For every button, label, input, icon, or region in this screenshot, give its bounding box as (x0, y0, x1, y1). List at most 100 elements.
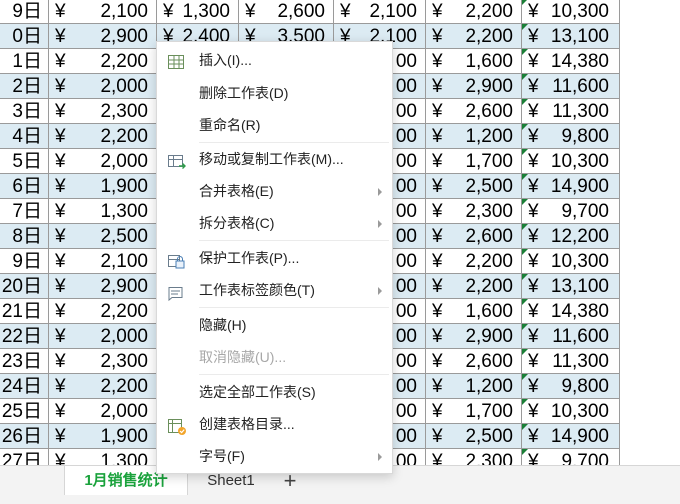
total-cell[interactable]: ¥9,700 (522, 449, 620, 465)
sales-cell[interactable]: ¥2,200 (426, 24, 522, 49)
total-cell[interactable]: ¥12,200 (522, 224, 620, 249)
sales-cell[interactable]: ¥2,200 (49, 124, 157, 149)
menu-label: 字号(F) (199, 448, 245, 464)
menu-item-split-tables[interactable]: 拆分表格(C) (157, 208, 392, 239)
menu-item-hide[interactable]: 隐藏(H) (157, 310, 392, 341)
sales-cell[interactable]: ¥2,300 (49, 99, 157, 124)
day-cell[interactable]: 1日 (0, 49, 49, 74)
sales-cell[interactable]: ¥2,200 (49, 374, 157, 399)
day-cell[interactable]: 24日 (0, 374, 49, 399)
day-cell[interactable]: 7日 (0, 199, 49, 224)
day-cell[interactable]: 25日 (0, 399, 49, 424)
total-cell[interactable]: ¥14,380 (522, 299, 620, 324)
sales-cell[interactable]: ¥2,100 (49, 249, 157, 274)
day-cell[interactable]: 9日 (0, 249, 49, 274)
sales-cell[interactable]: ¥2,900 (49, 24, 157, 49)
sales-cell[interactable]: ¥2,600 (239, 0, 334, 24)
amount-value: 14,900 (550, 176, 609, 197)
sales-cell[interactable]: ¥2,900 (426, 74, 522, 99)
total-cell[interactable]: ¥13,100 (522, 24, 620, 49)
menu-item-merge-tables[interactable]: 合并表格(E) (157, 176, 392, 207)
sales-cell[interactable]: ¥2,600 (426, 349, 522, 374)
total-cell[interactable]: ¥10,300 (522, 149, 620, 174)
day-cell[interactable]: 9日 (0, 0, 49, 24)
sales-cell[interactable]: ¥1,900 (49, 424, 157, 449)
menu-label: 创建表格目录... (199, 416, 295, 432)
sales-cell[interactable]: ¥2,600 (426, 224, 522, 249)
day-cell[interactable]: 6日 (0, 174, 49, 199)
sales-cell[interactable]: ¥1,600 (426, 299, 522, 324)
sales-cell[interactable]: ¥2,200 (426, 274, 522, 299)
total-cell[interactable]: ¥9,800 (522, 374, 620, 399)
day-cell[interactable]: 0日 (0, 24, 49, 49)
day-cell[interactable]: 23日 (0, 349, 49, 374)
menu-item-create-toc[interactable]: 创建表格目录... (157, 409, 392, 440)
total-cell[interactable]: ¥10,300 (522, 399, 620, 424)
menu-item-delete-sheet[interactable]: 删除工作表(D) (157, 78, 392, 109)
total-cell[interactable]: ¥11,600 (522, 324, 620, 349)
sales-cell[interactable]: ¥2,200 (426, 249, 522, 274)
sales-cell[interactable]: ¥2,300 (426, 449, 522, 465)
sales-cell[interactable]: ¥2,000 (49, 149, 157, 174)
sales-cell[interactable]: ¥2,500 (49, 224, 157, 249)
sales-cell[interactable]: ¥1,200 (426, 374, 522, 399)
sales-cell[interactable]: ¥2,000 (49, 324, 157, 349)
sales-cell[interactable]: ¥1,300 (157, 0, 239, 24)
menu-label: 合并表格(E) (199, 183, 274, 199)
menu-item-rename[interactable]: 重命名(R) (157, 110, 392, 141)
day-cell[interactable]: 3日 (0, 99, 49, 124)
total-cell[interactable]: ¥11,300 (522, 349, 620, 374)
total-cell[interactable]: ¥13,100 (522, 274, 620, 299)
sales-cell[interactable]: ¥2,600 (426, 99, 522, 124)
day-cell[interactable]: 5日 (0, 149, 49, 174)
sales-cell[interactable]: ¥1,300 (49, 199, 157, 224)
currency-symbol: ¥ (340, 1, 351, 22)
currency-symbol: ¥ (528, 301, 539, 322)
currency-symbol: ¥ (528, 426, 539, 447)
day-cell[interactable]: 21日 (0, 299, 49, 324)
sales-cell[interactable]: ¥1,900 (49, 174, 157, 199)
menu-item-move-copy[interactable]: 移动或复制工作表(M)... (157, 144, 392, 175)
sales-cell[interactable]: ¥2,300 (426, 199, 522, 224)
total-cell[interactable]: ¥11,300 (522, 99, 620, 124)
menu-item-insert[interactable]: 插入(I)... (157, 45, 392, 76)
day-cell[interactable]: 4日 (0, 124, 49, 149)
menu-item-tab-color[interactable]: 工作表标签颜色(T) (157, 275, 392, 306)
sales-cell[interactable]: ¥1,200 (426, 124, 522, 149)
amount-value: 00 (395, 226, 417, 247)
sales-cell[interactable]: ¥2,000 (49, 399, 157, 424)
sales-cell[interactable]: ¥2,500 (426, 174, 522, 199)
total-cell[interactable]: ¥10,300 (522, 249, 620, 274)
total-cell[interactable]: ¥9,800 (522, 124, 620, 149)
sales-cell[interactable]: ¥2,500 (426, 424, 522, 449)
day-cell[interactable]: 22日 (0, 324, 49, 349)
sales-cell[interactable]: ¥2,100 (334, 0, 426, 24)
total-cell[interactable]: ¥11,600 (522, 74, 620, 99)
sales-cell[interactable]: ¥2,900 (426, 324, 522, 349)
day-cell[interactable]: 2日 (0, 74, 49, 99)
sales-cell[interactable]: ¥1,700 (426, 399, 522, 424)
total-cell[interactable]: ¥10,300 (522, 0, 620, 24)
sales-cell[interactable]: ¥2,100 (49, 0, 157, 24)
day-cell[interactable]: 26日 (0, 424, 49, 449)
day-cell[interactable]: 8日 (0, 224, 49, 249)
sales-cell[interactable]: ¥2,300 (49, 349, 157, 374)
sales-cell[interactable]: ¥1,300 (49, 449, 157, 465)
sales-cell[interactable]: ¥2,200 (49, 299, 157, 324)
amount-value: 2,500 (100, 226, 148, 247)
menu-item-font-size[interactable]: 字号(F) (157, 441, 392, 472)
day-cell[interactable]: 27日 (0, 449, 49, 465)
total-cell[interactable]: ¥14,900 (522, 174, 620, 199)
menu-item-select-all-sheets[interactable]: 选定全部工作表(S) (157, 377, 392, 408)
total-cell[interactable]: ¥9,700 (522, 199, 620, 224)
menu-item-protect-sheet[interactable]: 保护工作表(P)... (157, 243, 392, 274)
sales-cell[interactable]: ¥2,200 (426, 0, 522, 24)
total-cell[interactable]: ¥14,900 (522, 424, 620, 449)
sales-cell[interactable]: ¥1,700 (426, 149, 522, 174)
sales-cell[interactable]: ¥1,600 (426, 49, 522, 74)
sales-cell[interactable]: ¥2,200 (49, 49, 157, 74)
day-cell[interactable]: 20日 (0, 274, 49, 299)
total-cell[interactable]: ¥14,380 (522, 49, 620, 74)
sales-cell[interactable]: ¥2,900 (49, 274, 157, 299)
sales-cell[interactable]: ¥2,000 (49, 74, 157, 99)
